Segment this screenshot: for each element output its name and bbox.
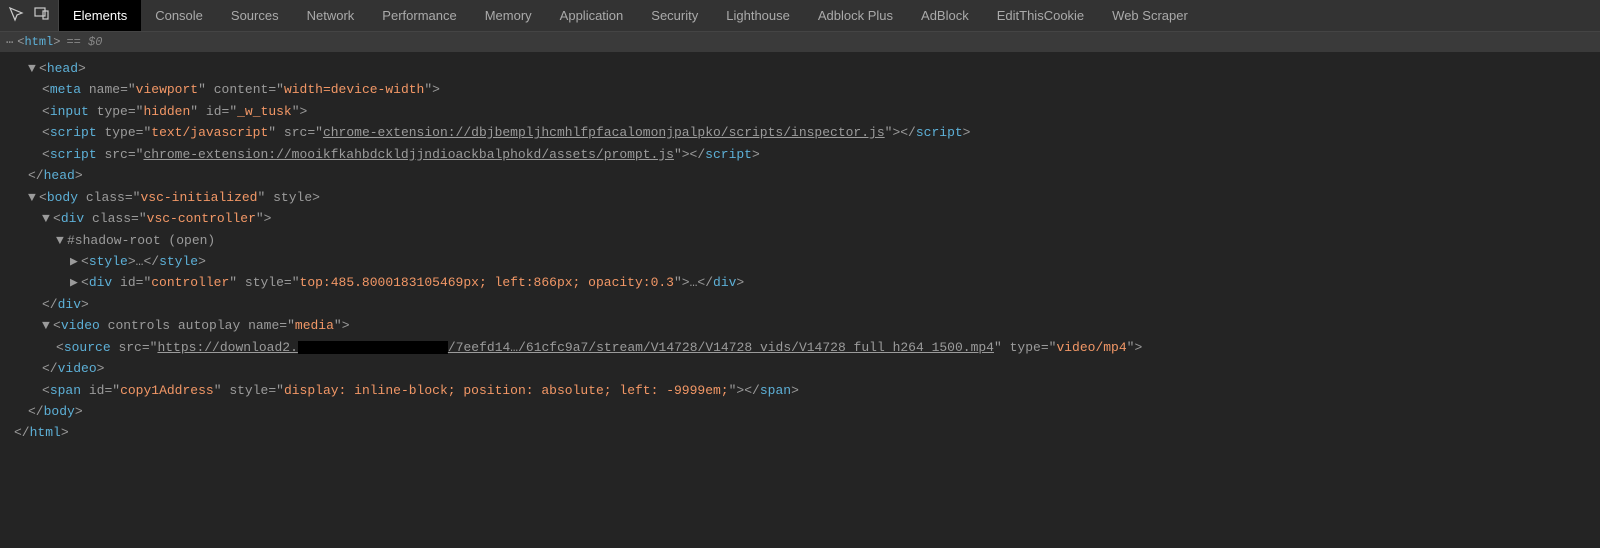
- node-head[interactable]: ▼<head>: [14, 58, 1600, 79]
- dom-tree[interactable]: ▼<head> <meta name="viewport" content="w…: [0, 52, 1600, 444]
- node-input[interactable]: <input type="hidden" id="_w_tusk">: [14, 101, 1600, 122]
- node-html-close[interactable]: </html>: [14, 422, 1600, 443]
- node-script-2[interactable]: <script src="chrome-extension://mooikfka…: [14, 144, 1600, 165]
- node-video-close[interactable]: </video>: [14, 358, 1600, 379]
- tab-performance[interactable]: Performance: [368, 0, 470, 31]
- breadcrumb[interactable]: ⋯ <html> == $0: [0, 32, 1600, 52]
- redacted-block: [298, 341, 448, 354]
- breadcrumb-selected: == $0: [66, 35, 102, 49]
- device-icon[interactable]: [34, 6, 50, 25]
- node-div-vsc[interactable]: ▼<div class="vsc-controller">: [14, 208, 1600, 229]
- node-shadow-root[interactable]: ▼#shadow-root (open): [14, 230, 1600, 251]
- node-div-close[interactable]: </div>: [14, 294, 1600, 315]
- node-controller[interactable]: ▶<div id="controller" style="top:485.800…: [14, 272, 1600, 293]
- tab-adblock-plus[interactable]: Adblock Plus: [804, 0, 907, 31]
- tab-network[interactable]: Network: [293, 0, 369, 31]
- devtools-toolbar: ElementsConsoleSourcesNetworkPerformance…: [0, 0, 1600, 32]
- node-meta[interactable]: <meta name="viewport" content="width=dev…: [14, 79, 1600, 100]
- inspect-icon[interactable]: [8, 6, 24, 25]
- tab-sources[interactable]: Sources: [217, 0, 293, 31]
- node-head-close[interactable]: </head>: [14, 165, 1600, 186]
- tab-console[interactable]: Console: [141, 0, 217, 31]
- breadcrumb-dots: ⋯: [6, 35, 15, 50]
- node-script-1[interactable]: <script type="text/javascript" src="chro…: [14, 122, 1600, 143]
- node-video[interactable]: ▼<video controls autoplay name="media">: [14, 315, 1600, 336]
- tab-web-scraper[interactable]: Web Scraper: [1098, 0, 1202, 31]
- node-source[interactable]: <source src="https://download2./7eefd14……: [14, 337, 1600, 358]
- tab-adblock[interactable]: AdBlock: [907, 0, 983, 31]
- node-body-close[interactable]: </body>: [14, 401, 1600, 422]
- tab-bar: ElementsConsoleSourcesNetworkPerformance…: [59, 0, 1202, 31]
- tab-memory[interactable]: Memory: [471, 0, 546, 31]
- breadcrumb-tag: html: [24, 35, 53, 49]
- tab-application[interactable]: Application: [546, 0, 638, 31]
- toolbar-icons: [0, 0, 59, 31]
- tab-lighthouse[interactable]: Lighthouse: [712, 0, 804, 31]
- node-body[interactable]: ▼<body class="vsc-initialized" style>: [14, 187, 1600, 208]
- node-style[interactable]: ▶<style>…</style>: [14, 251, 1600, 272]
- tab-editthiscookie[interactable]: EditThisCookie: [983, 0, 1098, 31]
- tab-elements[interactable]: Elements: [59, 0, 141, 31]
- node-span[interactable]: <span id="copy1Address" style="display: …: [14, 380, 1600, 401]
- tab-security[interactable]: Security: [637, 0, 712, 31]
